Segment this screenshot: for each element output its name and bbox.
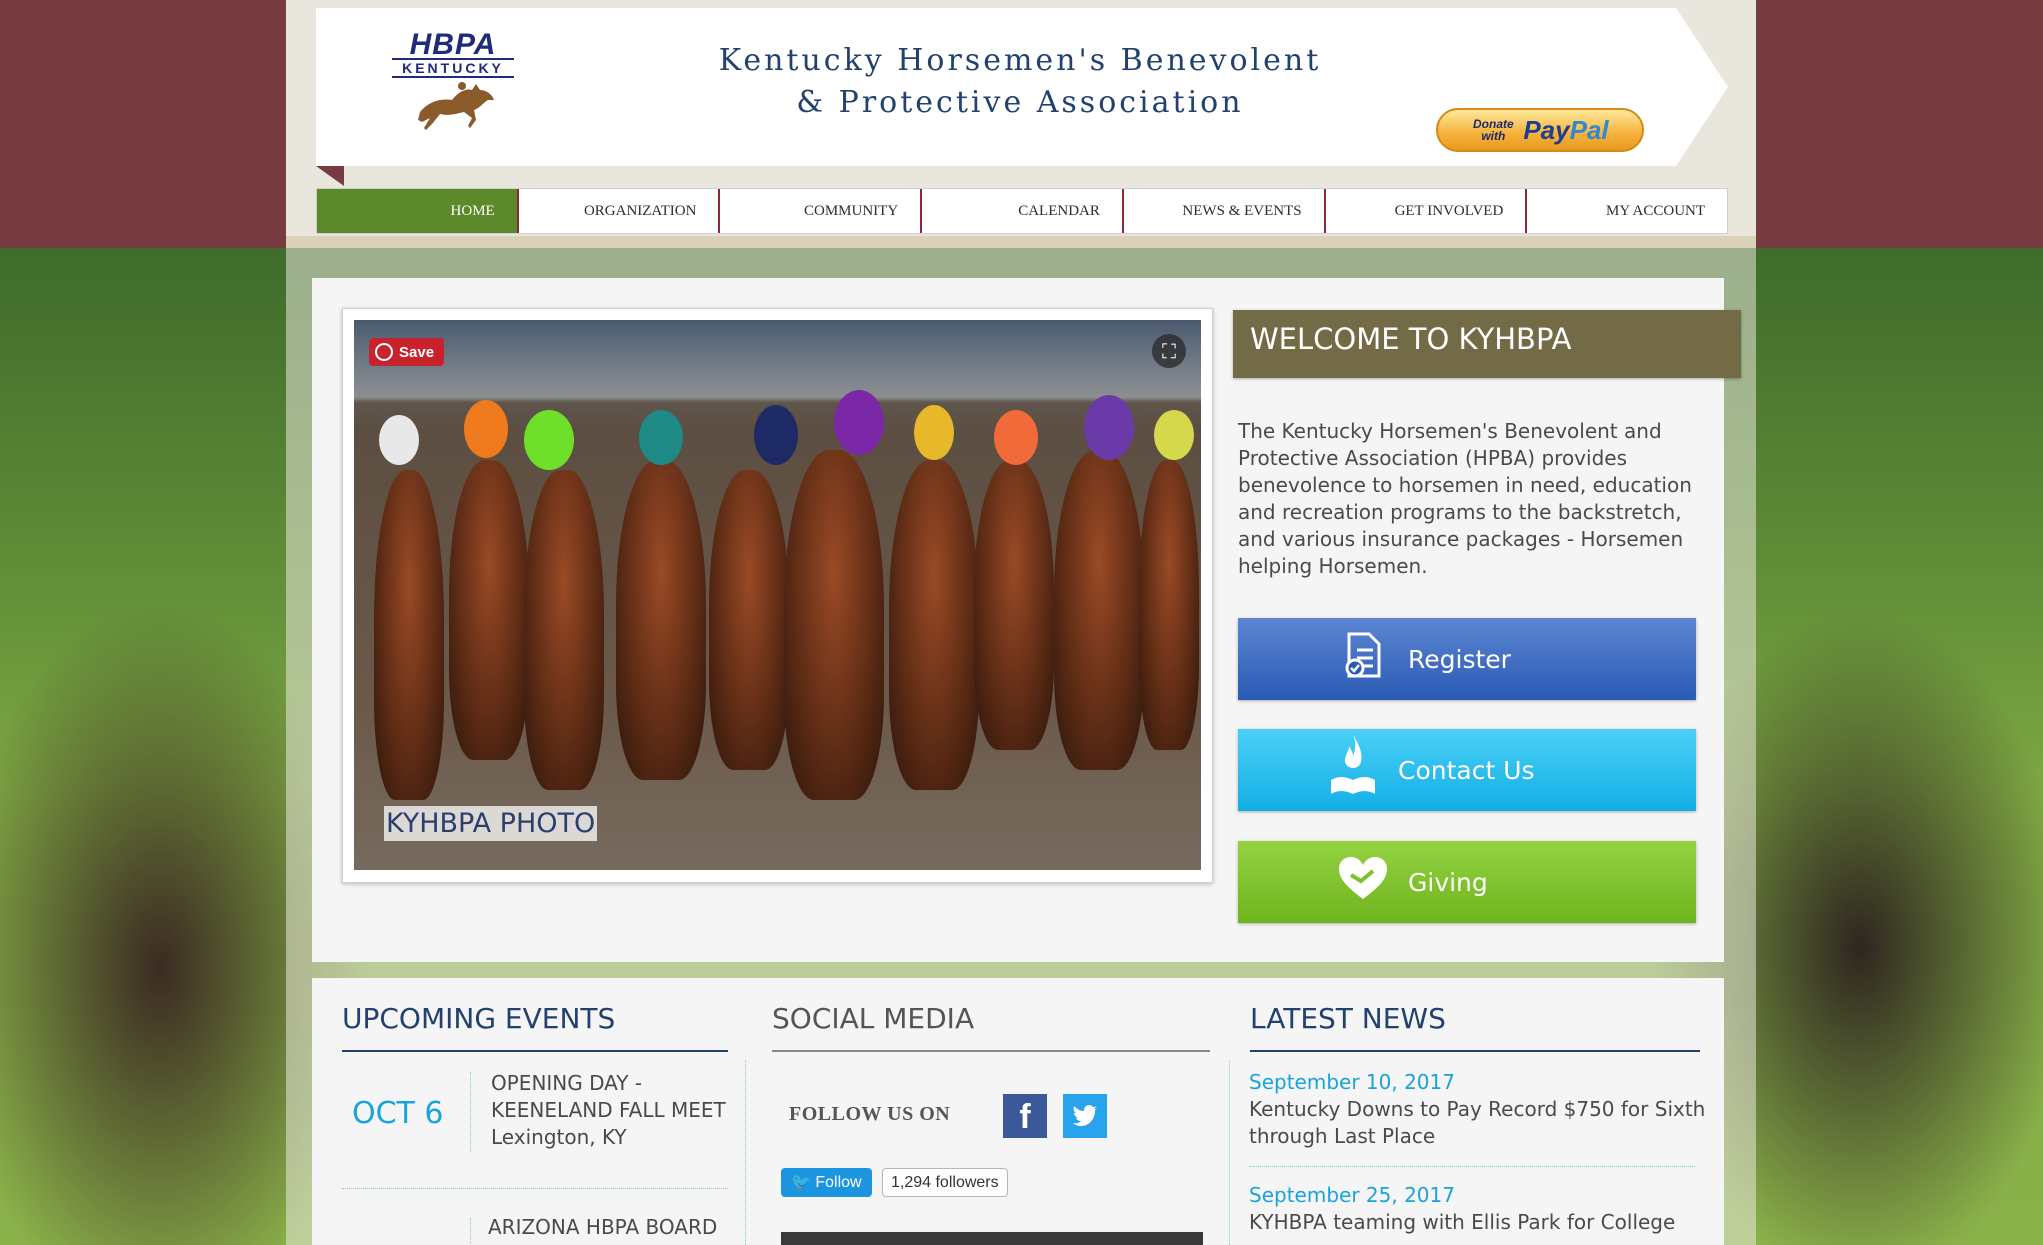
social-divider xyxy=(772,1050,1210,1052)
welcome-title: WELCOME TO KYHBPA xyxy=(1250,322,1572,356)
banner-fold xyxy=(316,166,344,186)
twitter-follow-button[interactable]: 🐦 Follow xyxy=(781,1168,872,1197)
events-divider xyxy=(342,1050,728,1052)
news-date: September 25, 2017 xyxy=(1249,1183,1455,1207)
embedded-video[interactable] xyxy=(781,1232,1203,1245)
twitter-icon[interactable] xyxy=(1063,1094,1107,1138)
twitter-follow-label: Follow xyxy=(815,1174,862,1191)
site-title: Kentucky Horsemen's Benevolent & Protect… xyxy=(718,43,1322,120)
nav-item-community[interactable]: COMMUNITY xyxy=(720,189,923,233)
contact-us-button[interactable]: Contact Us xyxy=(1238,729,1696,811)
upcoming-events-title: UPCOMING EVENTS xyxy=(342,1002,616,1035)
event-name: OPENING DAY - KEENELAND FALL MEET xyxy=(491,1071,726,1122)
header-banner-arrow xyxy=(1676,8,1728,166)
logo-text: HBPA xyxy=(409,28,497,61)
column-divider xyxy=(1229,1060,1230,1245)
nav-item-my-account[interactable]: MY ACCOUNT xyxy=(1527,189,1727,233)
news-date: September 10, 2017 xyxy=(1249,1070,1455,1094)
header-divider xyxy=(286,236,1756,248)
pinterest-save-label: Save xyxy=(399,343,435,361)
event-location: Lexington, KY xyxy=(491,1125,627,1149)
pinterest-save-button[interactable]: Save xyxy=(369,338,445,366)
site-logo[interactable]: HBPA KENTUCKY xyxy=(392,28,514,132)
event-date: OCT 6 xyxy=(352,1096,444,1131)
giving-label: Giving xyxy=(1408,867,1488,897)
welcome-text: The Kentucky Horsemen's Benevolent and P… xyxy=(1238,419,1692,578)
twitter-icon: 🐦 xyxy=(791,1174,811,1191)
follow-us-label: FOLLOW US ON xyxy=(789,1103,951,1125)
nav-item-get-involved[interactable]: GET INVOLVED xyxy=(1326,189,1528,233)
news-separator xyxy=(1249,1166,1695,1167)
register-button[interactable]: Register xyxy=(1238,618,1696,700)
twitter-followers-count: 1,294 followers xyxy=(882,1168,1008,1197)
contact-us-label: Contact Us xyxy=(1398,755,1535,785)
horse-jockey-icon xyxy=(418,82,494,130)
heart-hands-icon xyxy=(1318,855,1408,910)
event-name[interactable]: ARIZONA HBPA BOARD xyxy=(488,1214,717,1241)
event-item[interactable]: OPENING DAY - KEENELAND FALL MEET Lexing… xyxy=(491,1070,731,1151)
giving-button[interactable]: Giving xyxy=(1238,841,1696,923)
news-headline[interactable]: Kentucky Downs to Pay Record $750 for Si… xyxy=(1249,1096,1709,1150)
column-divider xyxy=(745,1060,746,1245)
nav-item-organization[interactable]: ORGANIZATION xyxy=(519,189,721,233)
paypal-donate-button[interactable]: Donate with PayPal xyxy=(1436,108,1644,152)
event-divider xyxy=(470,1218,471,1245)
paypal-donate-text: Donate with xyxy=(1473,117,1514,143)
logo-subtext: KENTUCKY xyxy=(392,58,514,78)
main-nav: HOME ORGANIZATION COMMUNITY CALENDAR NEW… xyxy=(316,188,1728,234)
social-media-title: SOCIAL MEDIA xyxy=(772,1002,975,1035)
news-divider xyxy=(1250,1050,1700,1052)
nav-item-home[interactable]: HOME xyxy=(317,189,519,233)
facebook-icon[interactable]: f xyxy=(1003,1094,1047,1138)
fullscreen-icon[interactable]: ⛶ xyxy=(1152,334,1186,368)
nav-item-news-events[interactable]: NEWS & EVENTS xyxy=(1124,189,1326,233)
flame-book-icon xyxy=(1308,730,1398,811)
paypal-logo: PayPal xyxy=(1523,114,1609,145)
news-headline[interactable]: KYHBPA teaming with Ellis Park for Colle… xyxy=(1249,1209,1709,1236)
register-label: Register xyxy=(1408,644,1511,674)
race-photo[interactable] xyxy=(354,320,1201,870)
photo-caption: KYHBPA PHOTO xyxy=(384,806,598,841)
nav-item-calendar[interactable]: CALENDAR xyxy=(922,189,1124,233)
event-divider xyxy=(470,1072,471,1152)
document-check-icon xyxy=(1318,632,1408,687)
event-separator xyxy=(342,1188,728,1189)
latest-news-title: LATEST NEWS xyxy=(1250,1002,1446,1035)
pinterest-icon xyxy=(375,343,393,361)
